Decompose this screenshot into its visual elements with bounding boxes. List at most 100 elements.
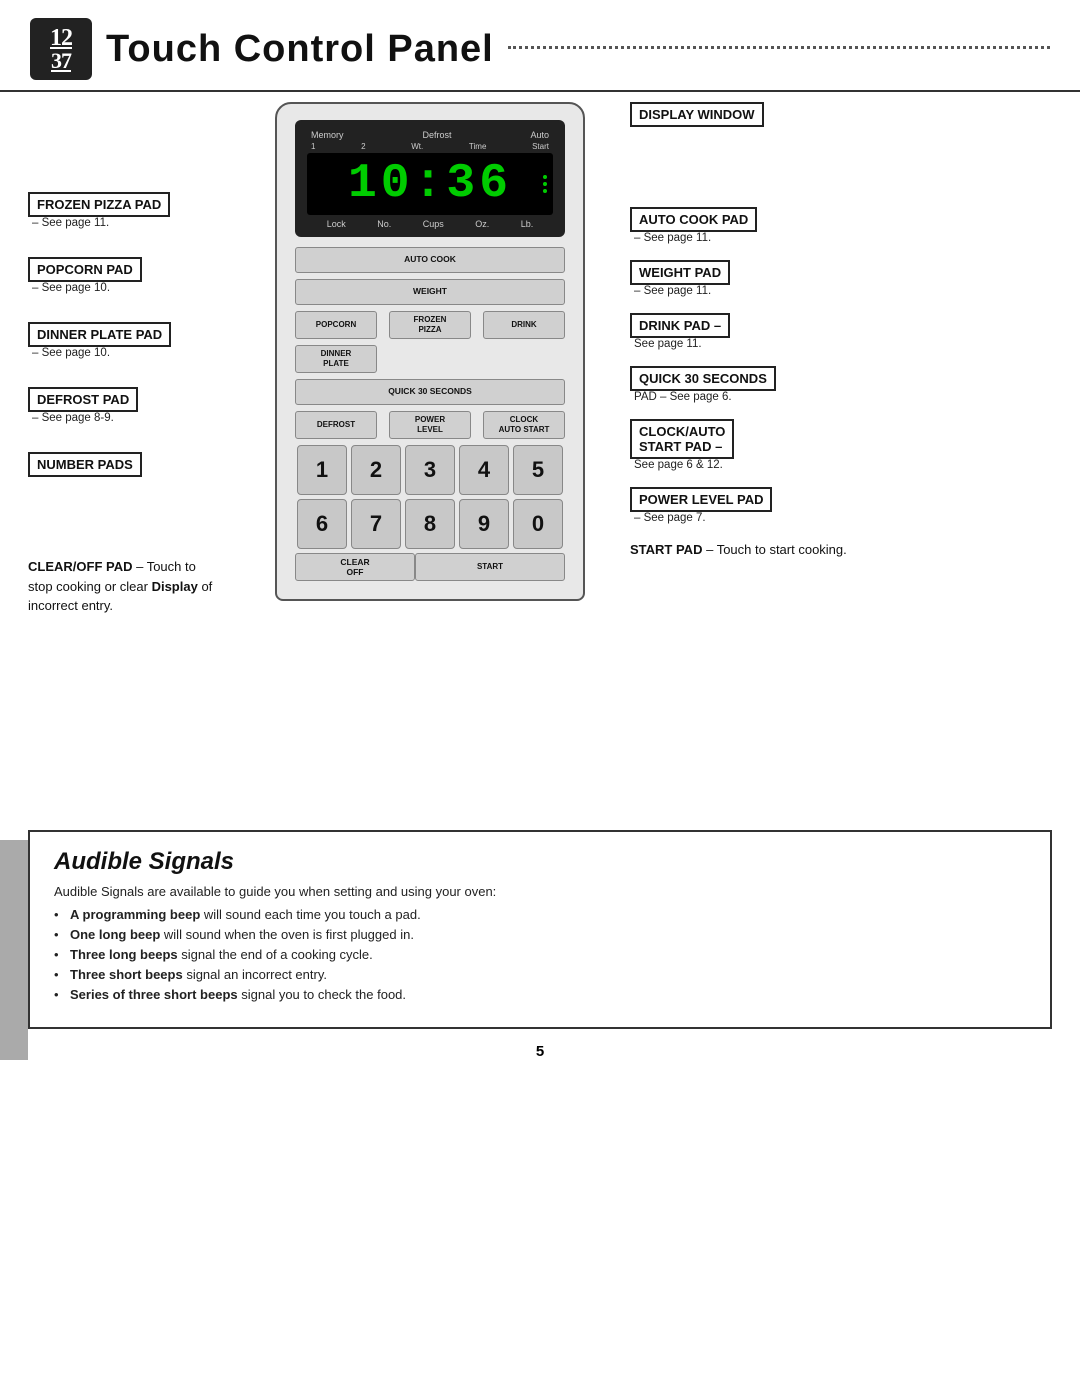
label-number-pads: NUMBER PADS	[28, 452, 260, 477]
label-defrost: DEFROST PAD – See page 8-9.	[28, 387, 260, 424]
auto-cook-box: AUTO COOK PAD	[630, 207, 757, 232]
right-label-clock-auto: CLOCK/AUTO START PAD – See page 6 & 12.	[630, 419, 1080, 471]
quick30-button[interactable]: QUICK 30 SECONDS	[295, 379, 565, 405]
label-frozen-pizza: FROZEN PIZZA PAD – See page 11.	[28, 192, 260, 229]
clear-off-text: CLEAR/OFF PAD – Touch to stop cooking or…	[28, 557, 213, 616]
weight-label-sub: – See page 11.	[630, 285, 1080, 297]
display-top-labels2: 1 2 Wt. Time Start	[307, 142, 553, 153]
popcorn-button[interactable]: POPCORN	[295, 311, 377, 339]
lbl-1: 1	[311, 142, 315, 151]
label-dinner-plate: DINNER PLATE PAD – See page 10.	[28, 322, 260, 359]
dot1	[543, 175, 547, 179]
audible-item-5: Series of three short beeps signal you t…	[54, 987, 1026, 1002]
auto-cook-label-title: AUTO COOK PAD	[639, 212, 748, 227]
label-popcorn: POPCORN PAD – See page 10.	[28, 257, 260, 294]
lbl-lock: Lock	[327, 219, 346, 229]
popcorn-title: POPCORN PAD	[37, 262, 133, 277]
number-pads-box: NUMBER PADS	[28, 452, 142, 477]
clear-off-display-word: Display	[152, 579, 198, 594]
center-column: Memory Defrost Auto 1 2 Wt. Time Start 1…	[260, 92, 600, 812]
row-popcorn-pizza-drink: POPCORN FROZENPIZZA DRINK	[295, 311, 565, 339]
audible-item-3-bold: Three long beeps	[70, 947, 178, 962]
quick30-label-title: QUICK 30 SECONDS	[639, 371, 767, 386]
frozen-pizza-sub: – See page 11.	[28, 217, 260, 229]
start-button[interactable]: START	[415, 553, 565, 581]
weight-label-title: WEIGHT PAD	[639, 265, 721, 280]
clock-auto-label-title2: START PAD –	[639, 439, 725, 454]
lbl-lb: Lb.	[521, 219, 534, 229]
audible-item-4-bold: Three short beeps	[70, 967, 183, 982]
audible-section: Audible Signals Audible Signals are avai…	[28, 830, 1052, 1029]
quick30-label-sub: PAD – See page 6.	[630, 391, 1080, 403]
microwave-panel: Memory Defrost Auto 1 2 Wt. Time Start 1…	[275, 102, 585, 601]
num-0-button[interactable]: 0	[513, 499, 563, 549]
auto-cook-label-sub: – See page 11.	[630, 232, 1080, 244]
dinner-plate-title: DINNER PLATE PAD	[37, 327, 162, 342]
clock-auto-label-sub: See page 6 & 12.	[630, 459, 1080, 471]
dinner-plate-box: DINNER PLATE PAD	[28, 322, 171, 347]
auto-cook-button[interactable]: AUTO COOK	[295, 247, 565, 273]
clear-off-title: CLEAR/OFF PAD	[28, 559, 132, 574]
drink-box: DRINK PAD –	[630, 313, 730, 338]
start-pad-title: START PAD	[630, 542, 702, 557]
lbl-start: Start	[532, 142, 549, 151]
frozen-pizza-box: FROZEN PIZZA PAD	[28, 192, 170, 217]
num-3-button[interactable]: 3	[405, 445, 455, 495]
header-dots	[508, 46, 1050, 49]
audible-item-1-bold: A programming beep	[70, 907, 200, 922]
num-9-button[interactable]: 9	[459, 499, 509, 549]
audible-item-3: Three long beeps signal the end of a coo…	[54, 947, 1026, 962]
audible-list: A programming beep will sound each time …	[54, 907, 1026, 1002]
clock-auto-button[interactable]: CLOCKAUTO START	[483, 411, 565, 439]
label-defrost-top: Defrost	[422, 130, 451, 140]
clear-off-button[interactable]: CLEAROFF	[295, 553, 415, 581]
weight-box: WEIGHT PAD	[630, 260, 730, 285]
display-window-title: DISPLAY WINDOW	[639, 107, 755, 122]
frozen-pizza-button[interactable]: FROZENPIZZA	[389, 311, 471, 339]
num-row-2: 6 7 8 9 0	[295, 499, 565, 549]
defrost-sub: – See page 8-9.	[28, 412, 260, 424]
display-bottom-labels: Lock No. Cups Oz. Lb.	[307, 219, 553, 229]
num-8-button[interactable]: 8	[405, 499, 455, 549]
num-2-button[interactable]: 2	[351, 445, 401, 495]
power-level-button[interactable]: POWERLEVEL	[389, 411, 471, 439]
display-window-box: DISPLAY WINDOW	[630, 102, 764, 127]
drink-label-sub: See page 11.	[630, 338, 1080, 350]
num-5-button[interactable]: 5	[513, 445, 563, 495]
left-column: FROZEN PIZZA PAD – See page 11. POPCORN …	[0, 92, 260, 812]
clock-auto-label-title: CLOCK/AUTO	[639, 424, 725, 439]
num-7-button[interactable]: 7	[351, 499, 401, 549]
num-6-button[interactable]: 6	[297, 499, 347, 549]
drink-button[interactable]: DRINK	[483, 311, 565, 339]
audible-item-5-bold: Series of three short beeps	[70, 987, 238, 1002]
dot3	[543, 189, 547, 193]
row-defrost-power-clock: DEFROST POWERLEVEL CLOCKAUTO START	[295, 411, 565, 439]
weight-button[interactable]: WEIGHT	[295, 279, 565, 305]
audible-item-1: A programming beep will sound each time …	[54, 907, 1026, 922]
lbl-oz: Oz.	[475, 219, 489, 229]
page-number: 5	[0, 1043, 1080, 1060]
right-column: DISPLAY WINDOW AUTO COOK PAD – See page …	[600, 92, 1080, 812]
clock-auto-box: CLOCK/AUTO START PAD –	[630, 419, 734, 459]
quick30-box: QUICK 30 SECONDS	[630, 366, 776, 391]
power-level-label-title: POWER LEVEL PAD	[639, 492, 763, 507]
frozen-pizza-title: FROZEN PIZZA PAD	[37, 197, 161, 212]
right-label-drink: DRINK PAD – See page 11.	[630, 313, 1080, 350]
dinner-plate-button[interactable]: DINNERPLATE	[295, 345, 377, 373]
display-time-wrapper: 10:36	[307, 153, 553, 215]
popcorn-box: POPCORN PAD	[28, 257, 142, 282]
left-gray-bar	[0, 840, 28, 1060]
right-label-quick30: QUICK 30 SECONDS PAD – See page 6.	[630, 366, 1080, 403]
defrost-button[interactable]: DEFROST	[295, 411, 377, 439]
lbl-time: Time	[469, 142, 486, 151]
page-body: 12 37 Touch Control Panel FROZEN PIZZA P…	[0, 0, 1080, 1060]
label-auto-top: Auto	[530, 130, 549, 140]
lbl-wt: Wt.	[411, 142, 423, 151]
num-1-button[interactable]: 1	[297, 445, 347, 495]
right-label-power-level: POWER LEVEL PAD – See page 7.	[630, 487, 1080, 524]
audible-item-2: One long beep will sound when the oven i…	[54, 927, 1026, 942]
display-area: Memory Defrost Auto 1 2 Wt. Time Start 1…	[295, 120, 565, 237]
num-4-button[interactable]: 4	[459, 445, 509, 495]
lbl-no: No.	[377, 219, 391, 229]
audible-intro: Audible Signals are available to guide y…	[54, 884, 1026, 899]
